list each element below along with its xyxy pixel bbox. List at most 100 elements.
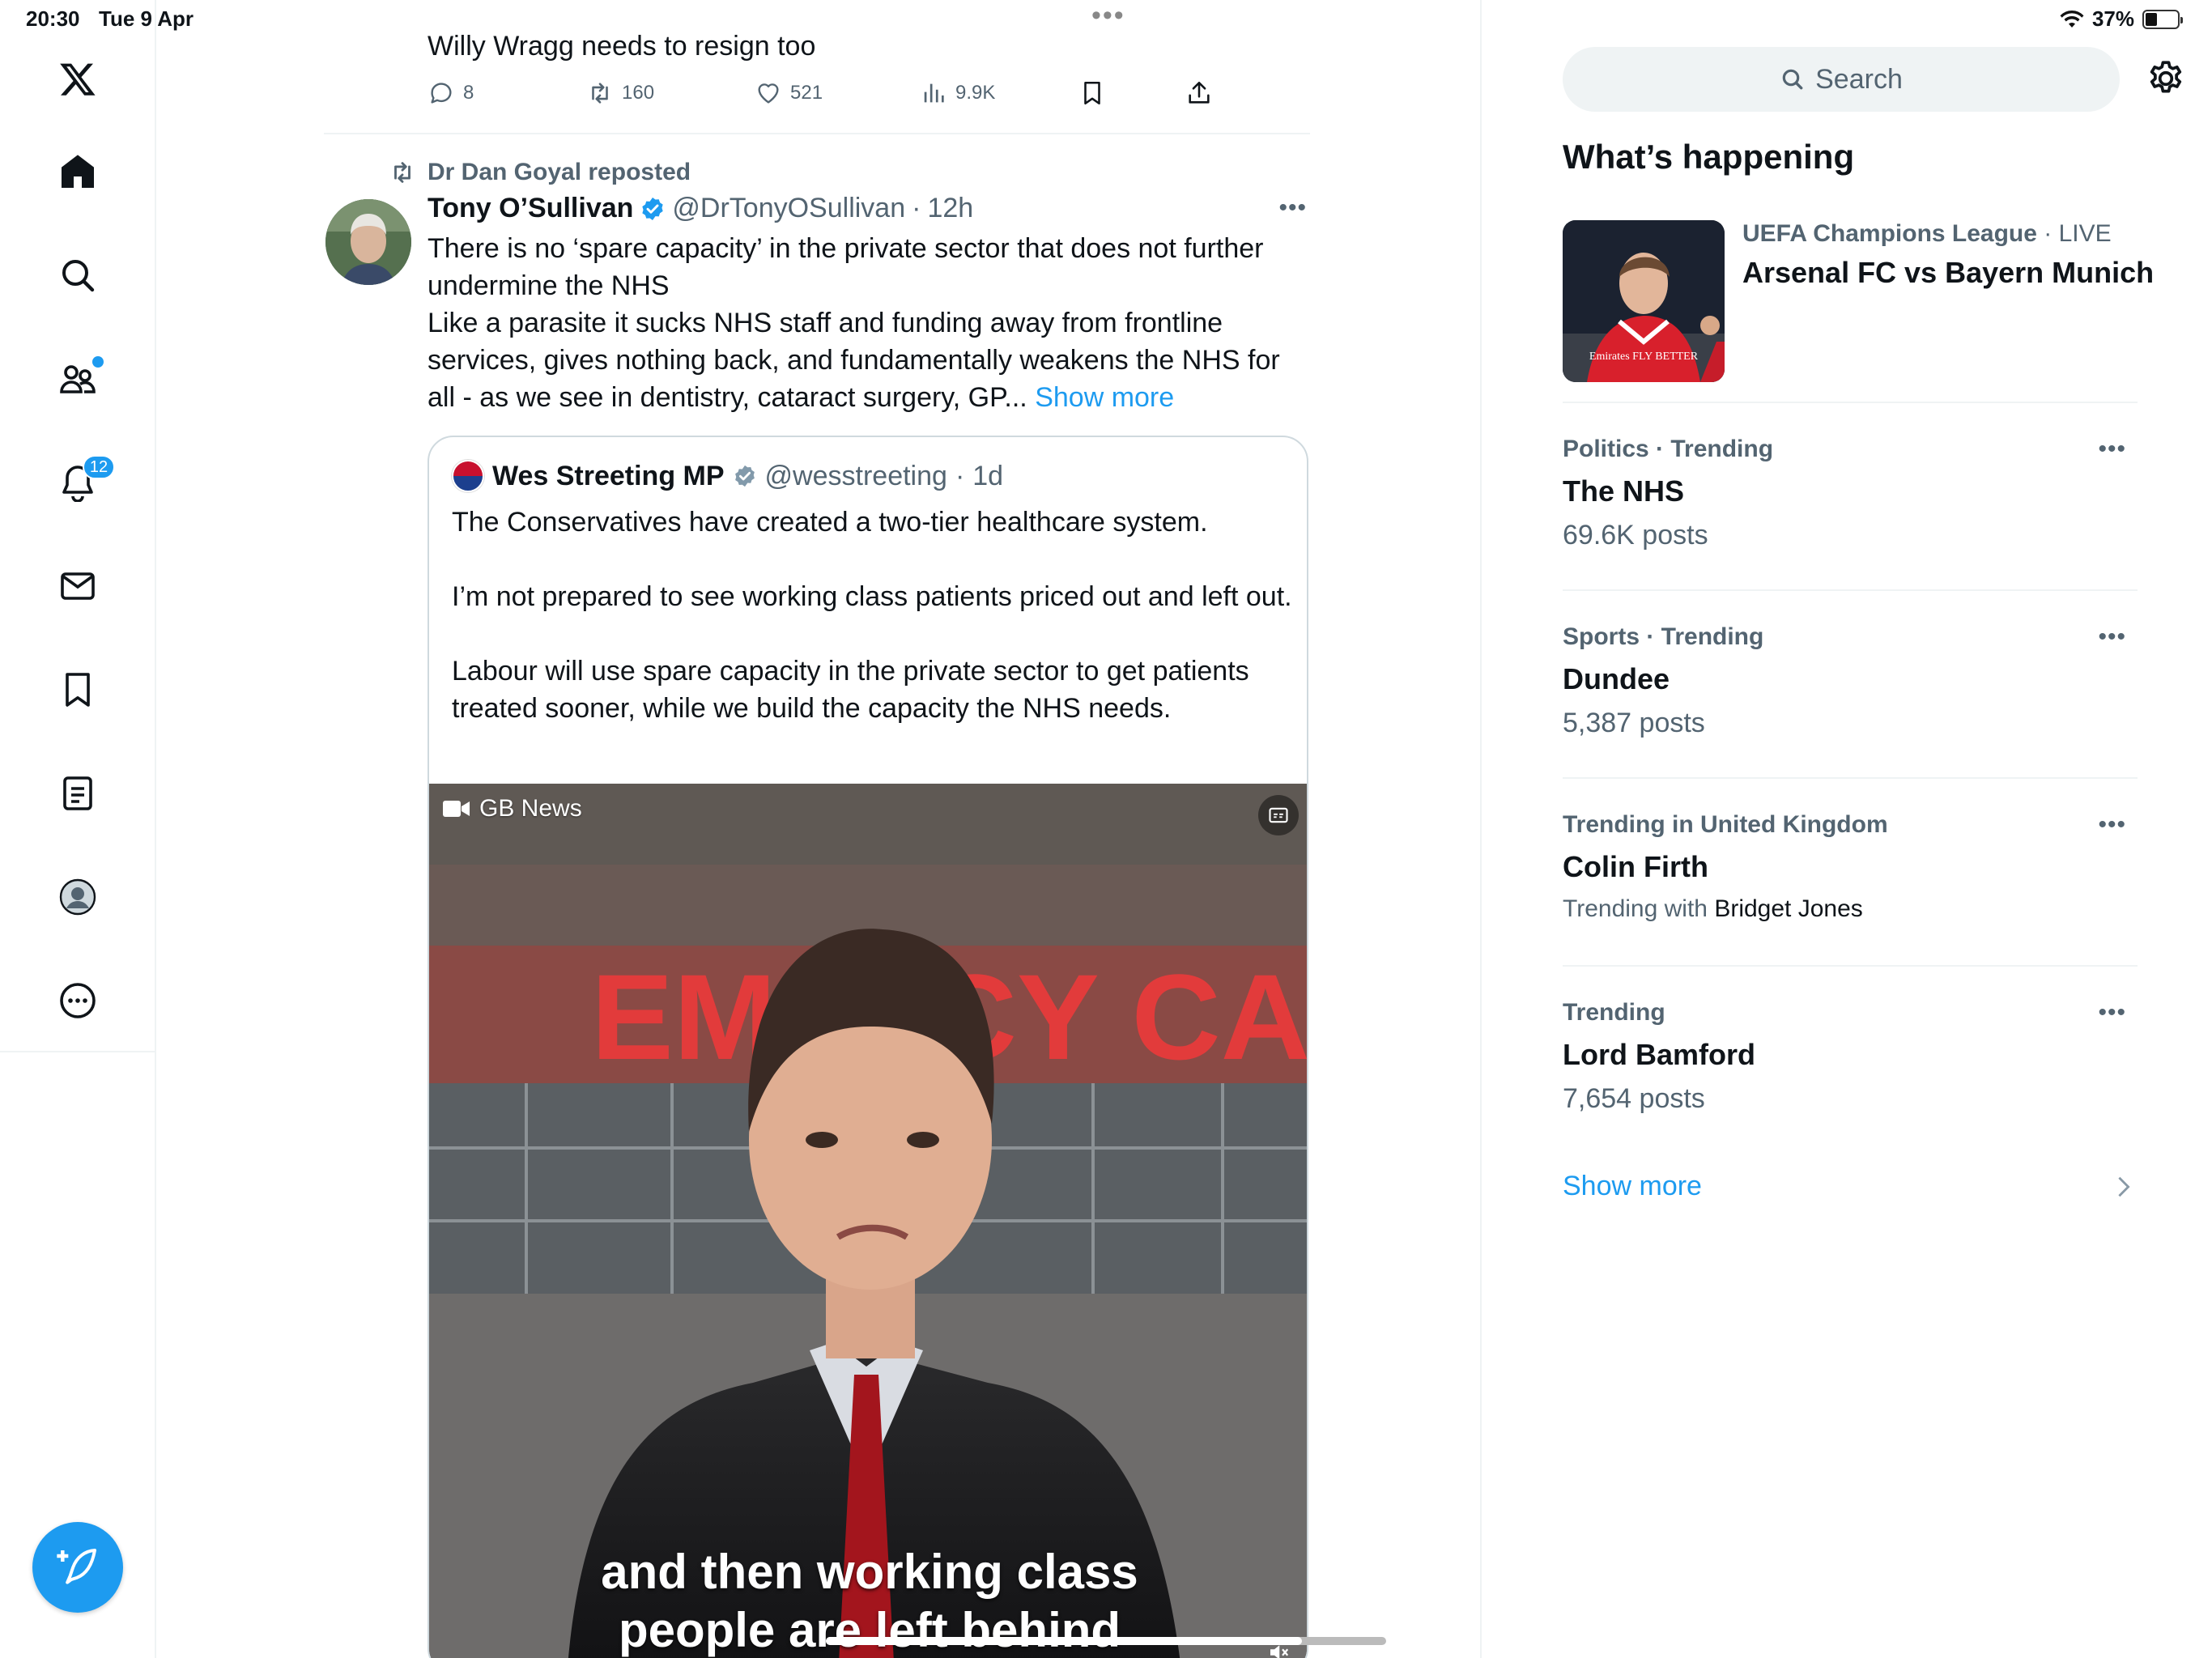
trend-divider xyxy=(1563,402,2138,403)
heart-icon xyxy=(758,83,779,104)
hero-status: · LIVE xyxy=(2044,220,2112,247)
header-separator: · xyxy=(912,193,921,223)
hero-title[interactable]: Arsenal FC vs Bayern Munich xyxy=(1742,256,2154,290)
trend-hero-image[interactable]: Emirates FLY BETTER xyxy=(1563,220,1725,382)
views-bar-chart-icon xyxy=(924,83,944,103)
search-icon xyxy=(1782,69,1803,90)
trend-item[interactable]: Politics · Trending The NHS 69.6K posts … xyxy=(1563,436,2138,551)
trend-post-count: 69.6K posts xyxy=(1563,520,1708,551)
timeline: Willy Wragg needs to resign too 8 160 52… xyxy=(324,0,1310,1658)
trend-divider xyxy=(1563,965,2138,967)
lists-icon[interactable] xyxy=(45,761,110,826)
repost-button[interactable]: 160 xyxy=(586,79,654,107)
trend-name: Lord Bamford xyxy=(1563,1038,1755,1071)
author-name[interactable]: Tony O’Sullivan xyxy=(428,193,633,224)
repost-context[interactable]: Dr Dan Goyal reposted xyxy=(389,159,691,186)
video-camera-icon xyxy=(443,801,470,817)
video-captions-icon[interactable] xyxy=(1258,795,1299,835)
reply-button[interactable]: 8 xyxy=(428,79,474,107)
video-caption-line1: and then working class xyxy=(601,1545,1138,1599)
previous-tweet-text: Willy Wragg needs to resign too xyxy=(428,31,816,62)
trend-post-count: 5,387 posts xyxy=(1563,708,1705,738)
quoted-tweet-header: Wes Streeting MP @wesstreeting · 1d xyxy=(452,460,1003,492)
notifications-bell-icon[interactable]: 12 xyxy=(45,450,115,515)
tweet-text-line1: There is no ‘spare capacity’ in the priv… xyxy=(428,233,1264,301)
author-avatar[interactable] xyxy=(325,199,411,285)
video-source-name: GB News xyxy=(479,795,582,822)
more-options-icon[interactable] xyxy=(45,968,110,1033)
reposted-by-label: Dr Dan Goyal reposted xyxy=(428,159,691,185)
trend-with-line: Trending with Bridget Jones xyxy=(1563,895,2138,923)
like-button[interactable]: 521 xyxy=(755,79,823,107)
chevron-right-icon[interactable] xyxy=(2115,1175,2133,1198)
bookmark-icon xyxy=(1084,81,1100,105)
trend-with-prefix: Trending with xyxy=(1563,895,1708,922)
trend-post-count: 7,654 posts xyxy=(1563,1083,1705,1114)
like-count: 521 xyxy=(790,82,823,104)
tweet-more-icon[interactable]: ••• xyxy=(1278,194,1307,222)
author-handle[interactable]: @DrTonyOSullivan xyxy=(672,193,905,224)
bookmarks-icon[interactable] xyxy=(45,657,110,722)
home-icon[interactable] xyxy=(45,139,110,204)
reply-count: 8 xyxy=(463,82,474,104)
repost-icon xyxy=(592,83,608,104)
whats-happening-title: What’s happening xyxy=(1563,138,1855,176)
trend-item[interactable]: Sports · Trending Dundee 5,387 posts ••• xyxy=(1563,623,2138,739)
tweet-text: There is no ‘spare capacity’ in the priv… xyxy=(428,230,1310,416)
right-sidebar: Search What’s happening Emirates FLY BET… xyxy=(1480,0,2212,1658)
trend-item[interactable]: Trending in United Kingdom Colin Firth T… xyxy=(1563,811,2138,923)
quoted-paragraph-2: I’m not prepared to see working class pa… xyxy=(452,581,1292,612)
tweet-time[interactable]: 12h xyxy=(927,193,973,224)
video-source-label: GB News xyxy=(442,795,582,823)
show-more-link[interactable]: Show more xyxy=(1035,382,1174,413)
quoted-paragraph-1: The Conservatives have created a two-tie… xyxy=(452,507,1208,538)
trend-more-icon[interactable]: ••• xyxy=(2098,436,2126,463)
trend-name: Colin Firth xyxy=(1563,850,1708,883)
video-frame: EME ICY CA xyxy=(429,784,1307,1658)
quoted-tweet-card[interactable]: Wes Streeting MP @wesstreeting · 1d The … xyxy=(428,436,1308,1658)
verified-badge-icon xyxy=(640,196,666,222)
trend-name: Dundee xyxy=(1563,662,1670,695)
settings-gear-icon[interactable] xyxy=(2146,58,2186,99)
trend-with-name[interactable]: Bridget Jones xyxy=(1714,895,1862,922)
trend-more-icon[interactable]: ••• xyxy=(2098,811,2126,839)
trend-divider xyxy=(1563,589,2138,591)
trend-item[interactable]: Trending Lord Bamford 7,654 posts ••• xyxy=(1563,999,2138,1115)
video-progress-bar[interactable] xyxy=(826,1637,1386,1645)
x-logo-icon[interactable] xyxy=(45,47,110,112)
hero-category: UEFA Champions League xyxy=(1742,220,2037,247)
communities-dot-badge xyxy=(92,356,104,368)
compose-post-button[interactable] xyxy=(32,1522,123,1613)
bookmark-button[interactable] xyxy=(1078,79,1106,107)
quoted-tweet-text: The Conservatives have created a two-tie… xyxy=(452,504,1294,727)
previous-tweet-actions: 8 160 521 9.9K xyxy=(424,79,1234,112)
hero-shirt-text: Emirates FLY BETTER xyxy=(1589,351,1699,363)
left-nav: 12 xyxy=(0,0,156,1658)
messages-envelope-icon[interactable] xyxy=(45,554,110,619)
trend-category: Trending xyxy=(1563,999,1665,1026)
compose-feather-icon xyxy=(57,1549,96,1584)
quoted-tweet-time: 1d xyxy=(972,460,1004,491)
views-button[interactable]: 9.9K xyxy=(920,79,995,107)
profile-avatar-icon[interactable] xyxy=(45,865,110,929)
quoted-author-handle: @wesstreeting xyxy=(764,460,947,491)
tweet-header: Tony O’Sullivan @DrTonyOSullivan · 12h xyxy=(428,193,973,224)
trends-show-more-link[interactable]: Show more xyxy=(1563,1171,1702,1202)
nav-divider xyxy=(0,1051,156,1052)
communities-icon[interactable] xyxy=(45,346,110,411)
quoted-paragraph-3: Labour will use spare capacity in the pr… xyxy=(452,656,1249,724)
repost-icon xyxy=(394,162,410,183)
trend-more-icon[interactable]: ••• xyxy=(2098,623,2126,651)
share-button[interactable] xyxy=(1185,79,1213,107)
trend-category: Trending in United Kingdom xyxy=(1563,811,1888,838)
repost-count: 160 xyxy=(622,82,655,104)
video-progress-fill xyxy=(826,1637,1303,1645)
views-count: 9.9K xyxy=(955,82,996,104)
trend-divider xyxy=(1563,777,2138,779)
explore-search-icon[interactable] xyxy=(45,243,110,308)
tweet-divider xyxy=(324,133,1310,134)
search-input[interactable]: Search xyxy=(1563,47,2120,112)
trend-more-icon[interactable]: ••• xyxy=(2098,999,2126,1027)
trend-name: The NHS xyxy=(1563,474,1685,508)
video-player[interactable]: EME ICY CA GB News and then working clas… xyxy=(429,784,1307,1658)
